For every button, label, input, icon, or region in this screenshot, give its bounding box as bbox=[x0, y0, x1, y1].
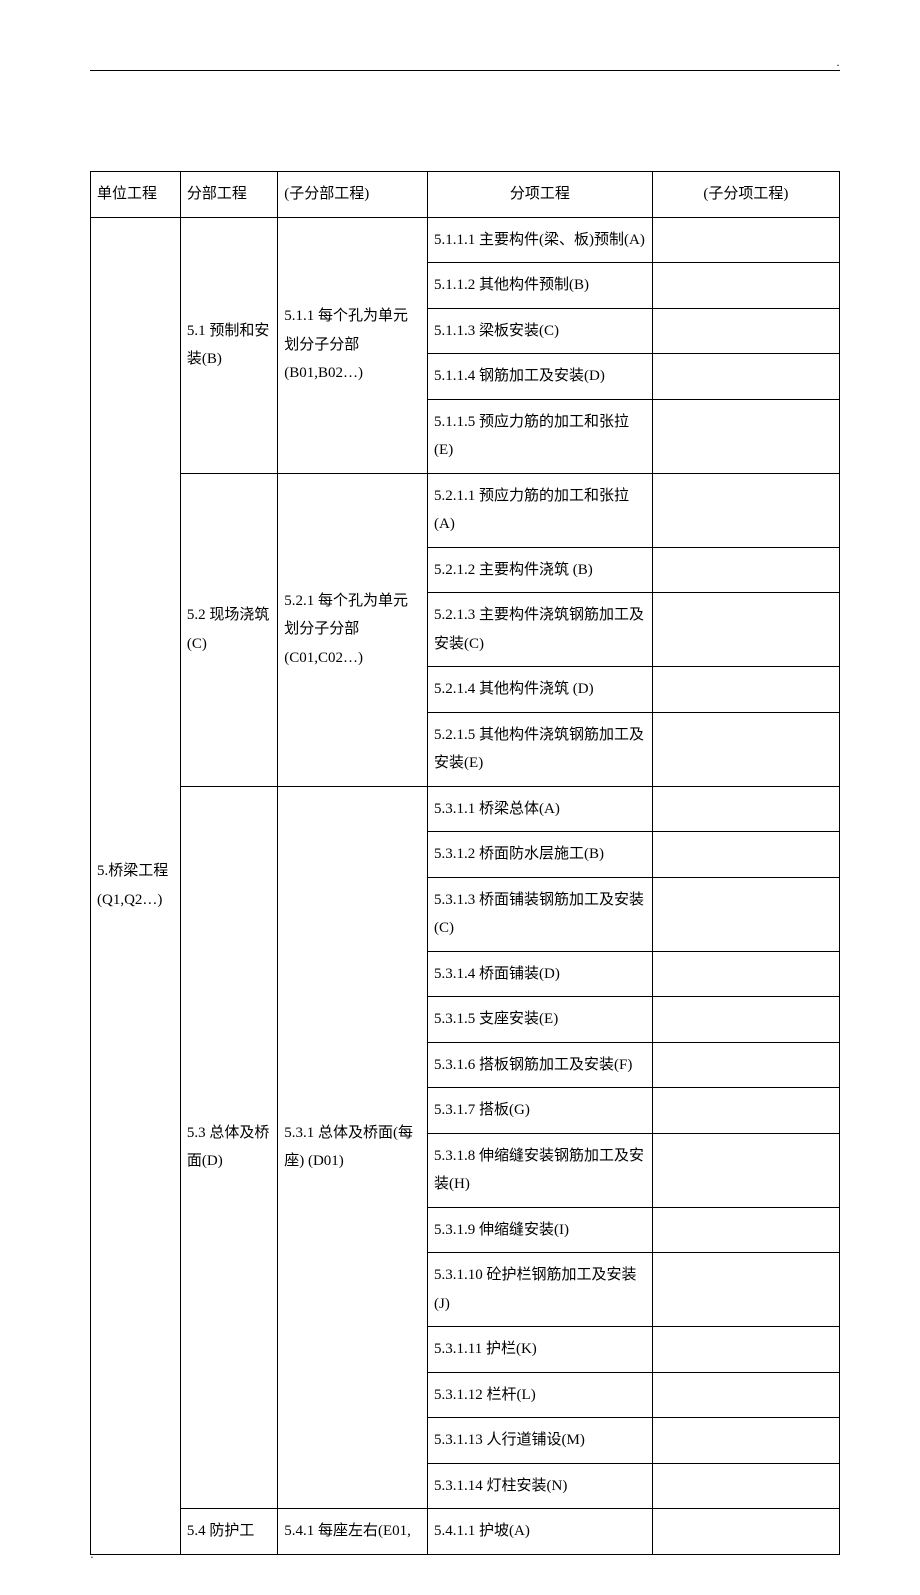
item-cell: 5.4.1.1 护坡(A) bbox=[428, 1509, 653, 1555]
engineering-table: 单位工程 分部工程 (子分部工程) 分项工程 (子分项工程) 5.桥梁工程(Q1… bbox=[90, 171, 840, 1555]
item-cell: 5.3.1.12 栏杆(L) bbox=[428, 1372, 653, 1418]
subdivision-cell: 5.2.1 每个孔为单元划分子分部(C01,C02…) bbox=[278, 473, 428, 786]
item-cell: 5.1.1.5 预应力筋的加工和张拉(E) bbox=[428, 399, 653, 473]
subitem-cell bbox=[652, 1253, 839, 1327]
subitem-cell bbox=[652, 832, 839, 878]
item-cell: 5.2.1.4 其他构件浇筑 (D) bbox=[428, 667, 653, 713]
item-cell: 5.3.1.11 护栏(K) bbox=[428, 1327, 653, 1373]
subdivision-cell: 5.4.1 每座左右(E01, bbox=[278, 1509, 428, 1555]
item-cell: 5.3.1.3 桥面铺装钢筋加工及安装(C) bbox=[428, 877, 653, 951]
item-cell: 5.3.1.4 桥面铺装(D) bbox=[428, 951, 653, 997]
table-row: 5.桥梁工程(Q1,Q2…) 5.1 预制和安装(B) 5.1.1 每个孔为单元… bbox=[91, 217, 840, 263]
subitem-cell bbox=[652, 1327, 839, 1373]
subitem-cell bbox=[652, 997, 839, 1043]
subitem-cell bbox=[652, 1509, 839, 1555]
item-cell: 5.3.1.14 灯柱安装(N) bbox=[428, 1463, 653, 1509]
subitem-cell bbox=[652, 1207, 839, 1253]
subitem-cell bbox=[652, 951, 839, 997]
header-item: 分项工程 bbox=[428, 172, 653, 218]
subitem-cell bbox=[652, 786, 839, 832]
subitem-cell bbox=[652, 354, 839, 400]
item-cell: 5.1.1.2 其他构件预制(B) bbox=[428, 263, 653, 309]
item-cell: 5.3.1.8 伸缩缝安装钢筋加工及安装(H) bbox=[428, 1133, 653, 1207]
item-cell: 5.3.1.13 人行道铺设(M) bbox=[428, 1418, 653, 1464]
unit-cell: 5.桥梁工程(Q1,Q2…) bbox=[91, 217, 181, 1554]
division-cell: 5.4 防护工 bbox=[180, 1509, 277, 1555]
item-cell: 5.3.1.5 支座安装(E) bbox=[428, 997, 653, 1043]
subitem-cell bbox=[652, 1372, 839, 1418]
item-cell: 5.3.1.6 搭板钢筋加工及安装(F) bbox=[428, 1042, 653, 1088]
division-cell: 5.1 预制和安装(B) bbox=[180, 217, 277, 473]
item-cell: 5.2.1.1 预应力筋的加工和张拉(A) bbox=[428, 473, 653, 547]
table-row: 5.2 现场浇筑(C) 5.2.1 每个孔为单元划分子分部(C01,C02…) … bbox=[91, 473, 840, 547]
subitem-cell bbox=[652, 712, 839, 786]
subitem-cell bbox=[652, 399, 839, 473]
subitem-cell bbox=[652, 473, 839, 547]
page-mark-top: · bbox=[836, 58, 840, 73]
item-cell: 5.3.1.1 桥梁总体(A) bbox=[428, 786, 653, 832]
table-header-row: 单位工程 分部工程 (子分部工程) 分项工程 (子分项工程) bbox=[91, 172, 840, 218]
item-cell: 5.3.1.7 搭板(G) bbox=[428, 1088, 653, 1134]
header-subitem: (子分项工程) bbox=[652, 172, 839, 218]
subdivision-cell: 5.1.1 每个孔为单元划分子分部(B01,B02…) bbox=[278, 217, 428, 473]
item-cell: 5.3.1.9 伸缩缝安装(I) bbox=[428, 1207, 653, 1253]
division-cell: 5.2 现场浇筑(C) bbox=[180, 473, 277, 786]
document-page: · 单位工程 分部工程 (子分部工程) 分项工程 (子分项工程) 5.桥梁工程(… bbox=[0, 0, 920, 1595]
subitem-cell bbox=[652, 1418, 839, 1464]
subitem-cell bbox=[652, 593, 839, 667]
subitem-cell bbox=[652, 217, 839, 263]
item-cell: 5.1.1.1 主要构件(梁、板)预制(A) bbox=[428, 217, 653, 263]
item-cell: 5.2.1.3 主要构件浇筑钢筋加工及安装(C) bbox=[428, 593, 653, 667]
subitem-cell bbox=[652, 1133, 839, 1207]
page-mark-bottom: · bbox=[90, 1550, 94, 1565]
subdivision-cell: 5.3.1 总体及桥面(每座) (D01) bbox=[278, 786, 428, 1509]
subitem-cell bbox=[652, 667, 839, 713]
subitem-cell bbox=[652, 877, 839, 951]
subitem-cell bbox=[652, 1088, 839, 1134]
subitem-cell bbox=[652, 1042, 839, 1088]
subitem-cell bbox=[652, 263, 839, 309]
item-cell: 5.1.1.3 梁板安装(C) bbox=[428, 308, 653, 354]
header-rule bbox=[90, 70, 840, 71]
subitem-cell bbox=[652, 308, 839, 354]
item-cell: 5.2.1.5 其他构件浇筑钢筋加工及安装(E) bbox=[428, 712, 653, 786]
table-row: 5.3 总体及桥面(D) 5.3.1 总体及桥面(每座) (D01) 5.3.1… bbox=[91, 786, 840, 832]
subitem-cell bbox=[652, 1463, 839, 1509]
header-subdivision: (子分部工程) bbox=[278, 172, 428, 218]
header-division: 分部工程 bbox=[180, 172, 277, 218]
subitem-cell bbox=[652, 547, 839, 593]
item-cell: 5.2.1.2 主要构件浇筑 (B) bbox=[428, 547, 653, 593]
division-cell: 5.3 总体及桥面(D) bbox=[180, 786, 277, 1509]
item-cell: 5.3.1.10 砼护栏钢筋加工及安装(J) bbox=[428, 1253, 653, 1327]
item-cell: 5.1.1.4 钢筋加工及安装(D) bbox=[428, 354, 653, 400]
table-row: 5.4 防护工 5.4.1 每座左右(E01, 5.4.1.1 护坡(A) bbox=[91, 1509, 840, 1555]
item-cell: 5.3.1.2 桥面防水层施工(B) bbox=[428, 832, 653, 878]
header-unit: 单位工程 bbox=[91, 172, 181, 218]
